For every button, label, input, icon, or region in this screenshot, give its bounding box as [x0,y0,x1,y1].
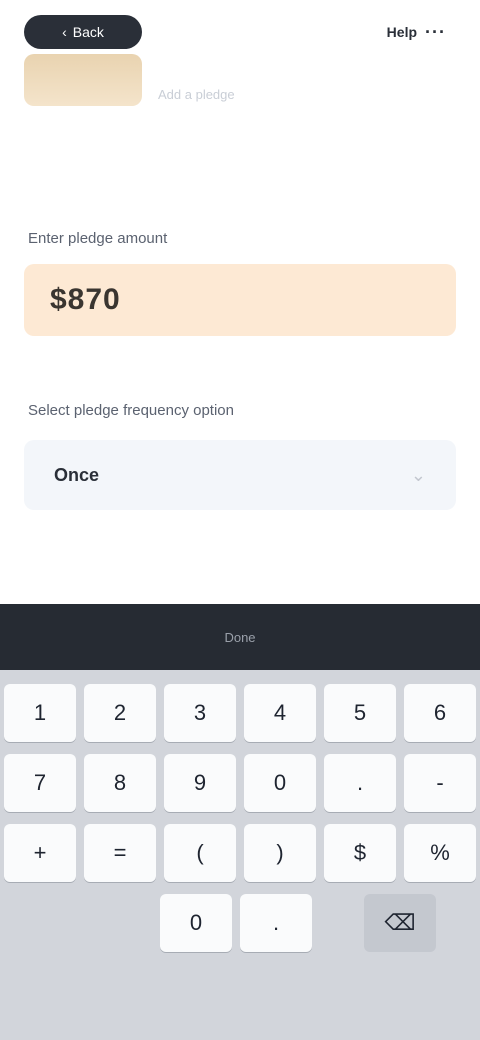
key-2-3[interactable]: ) [244,824,316,882]
done-button[interactable]: Done [224,630,255,645]
key-0-1[interactable]: 2 [84,684,156,742]
key-2-0[interactable]: + [4,824,76,882]
numeric-keyboard: 1 2 3 4 5 6 7 8 9 0. - + =() $% 0. ⌫ [0,670,480,1040]
key-2-5[interactable]: % [404,824,476,882]
header: Add a pledge [24,54,456,106]
frequency-value: Once [54,464,100,485]
page-subtitle: Add a pledge [158,87,235,102]
key-2-4[interactable]: $ [324,824,396,882]
key-1-5[interactable]: - [404,754,476,812]
chevron-left-icon: ‹ [62,24,67,40]
keyboard-toolbar: Done [0,604,480,670]
more-icon: ··· [425,21,446,42]
key-0-4[interactable]: 5 [324,684,396,742]
help-label: Help [386,24,418,40]
key-1-1[interactable]: 8 [84,754,156,812]
back-label: Back [72,24,104,40]
frequency-select[interactable]: Once ⌄ [24,440,456,510]
top-bar: ‹ Back Help ··· [24,12,456,52]
key-1-2[interactable]: 9 [164,754,236,812]
help-action[interactable]: Help ··· [377,17,456,47]
key-0-0[interactable]: 1 [4,684,76,742]
key-bottom-1[interactable]: . [240,894,312,952]
key-1-0[interactable]: 7 [4,754,76,812]
frequency-label: Select pledge frequency option [28,402,234,419]
key-0-3[interactable]: 4 [244,684,316,742]
chevron-down-icon: ⌄ [410,464,426,485]
key-1-4[interactable]: . [324,754,396,812]
key-0-5[interactable]: 6 [404,684,476,742]
key-2-2[interactable]: ( [164,824,236,882]
avatar [24,54,142,106]
key-1-3[interactable]: 0 [244,754,316,812]
key-bottom-0[interactable]: 0 [160,894,232,952]
backspace-key[interactable]: ⌫ [364,894,436,952]
key-2-1[interactable]: = [84,824,156,882]
amount-label: Enter pledge amount [28,230,168,247]
key-0-2[interactable]: 3 [164,684,236,742]
amount-value: $870 [50,283,121,316]
back-button[interactable]: ‹ Back [24,15,142,49]
amount-input[interactable]: $870 [24,264,456,336]
